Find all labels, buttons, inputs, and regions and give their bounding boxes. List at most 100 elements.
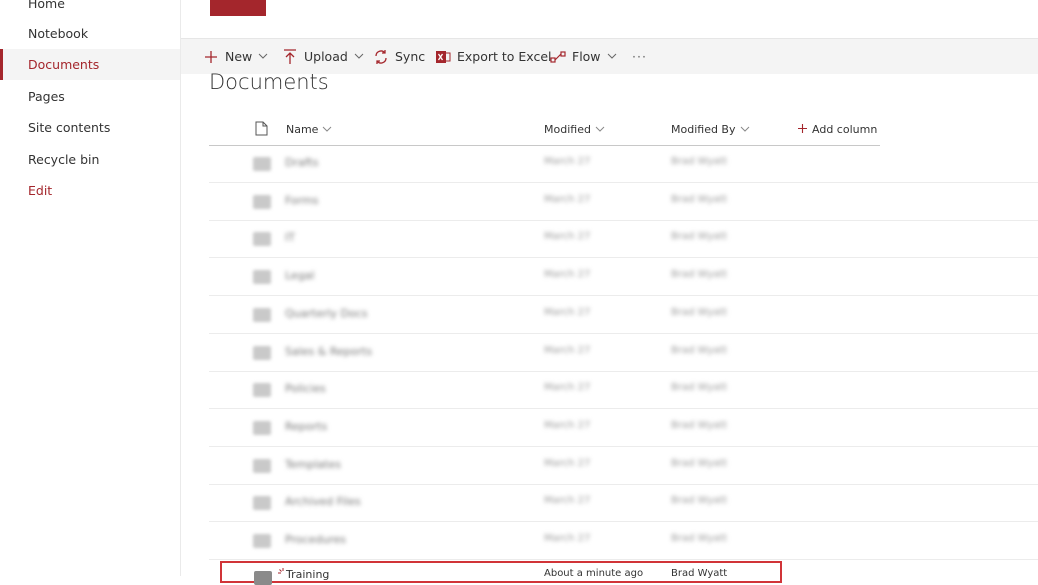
row-modified-by: Brad Wyatt bbox=[671, 533, 728, 544]
row-name[interactable]: Legal bbox=[285, 269, 314, 282]
chevron-down-icon bbox=[740, 125, 750, 135]
table-row[interactable]: Procedures March 27 Brad Wyatt bbox=[209, 522, 1038, 560]
new-folder-modified: About a minute ago bbox=[544, 568, 644, 579]
row-name[interactable]: Templates bbox=[285, 458, 341, 471]
row-modified: March 27 bbox=[544, 495, 591, 507]
folder-icon bbox=[253, 383, 271, 398]
modified-by-column-label: Modified By bbox=[671, 123, 736, 136]
add-column-button[interactable]: Add column bbox=[798, 123, 877, 136]
file-type-column-header[interactable] bbox=[255, 121, 268, 139]
folder-icon bbox=[254, 571, 272, 585]
row-name[interactable]: Policies bbox=[285, 382, 326, 395]
table-row[interactable]: Archived Files March 27 Brad Wyatt bbox=[209, 484, 1038, 523]
table-row[interactable]: Reports March 27 Brad Wyatt bbox=[209, 409, 1038, 447]
table-row[interactable]: Forms March 27 Brad Wyatt bbox=[209, 183, 1038, 221]
folder-icon bbox=[253, 232, 271, 247]
upload-label: Upload bbox=[304, 49, 348, 64]
sync-button[interactable]: Sync bbox=[373, 39, 425, 74]
excel-icon bbox=[435, 49, 451, 65]
flow-button[interactable]: Flow bbox=[550, 39, 617, 74]
folder-icon bbox=[253, 345, 271, 360]
table-row[interactable]: Legal March 27 Brad Wyatt bbox=[209, 258, 1038, 297]
row-modified-by: Brad Wyatt bbox=[671, 495, 728, 507]
row-modified: March 27 bbox=[544, 533, 591, 544]
table-row[interactable]: Quarterly Docs March 27 Brad Wyatt bbox=[209, 296, 1038, 334]
row-modified: March 27 bbox=[544, 457, 591, 469]
flow-label: Flow bbox=[572, 49, 601, 64]
new-folder-row[interactable]: Training About a minute ago Brad Wyatt bbox=[220, 561, 782, 585]
row-name[interactable]: Reports bbox=[285, 420, 327, 433]
nav-recycle-bin[interactable]: Recycle bin bbox=[0, 144, 180, 175]
row-name[interactable]: Drafts bbox=[285, 156, 318, 169]
nav-notebook[interactable]: Notebook bbox=[0, 18, 180, 49]
left-navigation: Home Notebook Documents Pages Site conte… bbox=[0, 0, 181, 576]
row-name[interactable]: Forms bbox=[285, 194, 318, 207]
chevron-down-icon bbox=[595, 125, 605, 135]
upload-icon bbox=[282, 48, 298, 65]
folder-icon bbox=[253, 157, 271, 171]
folder-icon bbox=[253, 496, 271, 511]
list-header: Name Modified Modified By Add column bbox=[209, 115, 880, 146]
table-row[interactable]: Policies March 27 Brad Wyatt bbox=[209, 371, 1038, 410]
nav-documents[interactable]: Documents bbox=[0, 49, 180, 80]
new-button[interactable]: New bbox=[203, 39, 268, 74]
row-modified: March 27 bbox=[544, 269, 591, 281]
folder-icon bbox=[253, 534, 271, 548]
modified-column-label: Modified bbox=[544, 123, 591, 136]
export-label: Export to Excel bbox=[457, 49, 552, 64]
chevron-down-icon bbox=[354, 51, 364, 62]
table-row[interactable]: Sales & Reports March 27 Brad Wyatt bbox=[209, 334, 1038, 372]
plus-icon bbox=[798, 123, 807, 136]
row-modified-by: Brad Wyatt bbox=[671, 344, 728, 356]
table-row[interactable]: IT March 27 Brad Wyatt bbox=[209, 220, 1038, 259]
upload-button[interactable]: Upload bbox=[282, 39, 364, 74]
row-modified: March 27 bbox=[544, 344, 591, 356]
row-modified-by: Brad Wyatt bbox=[671, 231, 728, 243]
table-row[interactable]: Templates March 27 Brad Wyatt bbox=[209, 447, 1038, 485]
export-to-excel-button[interactable]: Export to Excel bbox=[435, 39, 552, 74]
nav-edit-link[interactable]: Edit bbox=[0, 175, 180, 206]
row-modified: March 27 bbox=[544, 306, 591, 318]
row-modified-by: Brad Wyatt bbox=[671, 193, 728, 205]
row-modified-by: Brad Wyatt bbox=[671, 382, 728, 394]
site-logo[interactable] bbox=[210, 0, 266, 16]
new-folder-name[interactable]: Training bbox=[286, 568, 329, 581]
row-name[interactable]: Procedures bbox=[285, 533, 346, 546]
modified-by-column-header[interactable]: Modified By bbox=[671, 123, 750, 136]
sync-icon bbox=[373, 49, 389, 65]
folder-icon bbox=[253, 270, 271, 285]
chevron-down-icon bbox=[322, 125, 332, 135]
page-title: Documents bbox=[209, 70, 329, 94]
row-modified-by: Brad Wyatt bbox=[671, 457, 728, 469]
add-column-label: Add column bbox=[812, 123, 878, 136]
new-label: New bbox=[225, 49, 253, 64]
row-modified-by: Brad Wyatt bbox=[671, 269, 728, 281]
row-modified-by: Brad Wyatt bbox=[671, 306, 728, 318]
row-modified: March 27 bbox=[544, 231, 591, 243]
folder-icon bbox=[253, 194, 271, 209]
modified-column-header[interactable]: Modified bbox=[544, 123, 605, 136]
row-name[interactable]: Quarterly Docs bbox=[285, 307, 368, 320]
row-name[interactable]: IT bbox=[285, 231, 295, 244]
nav-home[interactable]: Home bbox=[0, 0, 180, 19]
row-modified: March 27 bbox=[544, 419, 591, 431]
plus-icon bbox=[203, 49, 219, 65]
chevron-down-icon bbox=[607, 51, 617, 62]
nav-site-contents[interactable]: Site contents bbox=[0, 112, 180, 143]
table-row[interactable]: Drafts March 27 Brad Wyatt bbox=[209, 145, 1038, 183]
folder-icon bbox=[253, 420, 271, 435]
more-options-button[interactable]: ··· bbox=[632, 39, 647, 74]
row-modified-by: Brad Wyatt bbox=[671, 156, 728, 167]
row-modified-by: Brad Wyatt bbox=[671, 419, 728, 431]
row-modified: March 27 bbox=[544, 156, 591, 167]
row-modified: March 27 bbox=[544, 193, 591, 205]
command-bar: New Upload Sync Export to Excel Flow ··· bbox=[181, 38, 1038, 74]
name-column-header[interactable]: Name bbox=[286, 123, 332, 136]
row-name[interactable]: Archived Files bbox=[285, 495, 361, 508]
nav-pages[interactable]: Pages bbox=[0, 81, 180, 112]
document-icon bbox=[255, 121, 268, 139]
folder-icon bbox=[253, 458, 271, 473]
row-name[interactable]: Sales & Reports bbox=[285, 345, 372, 358]
flow-icon bbox=[550, 49, 566, 65]
sync-label: Sync bbox=[395, 49, 426, 64]
